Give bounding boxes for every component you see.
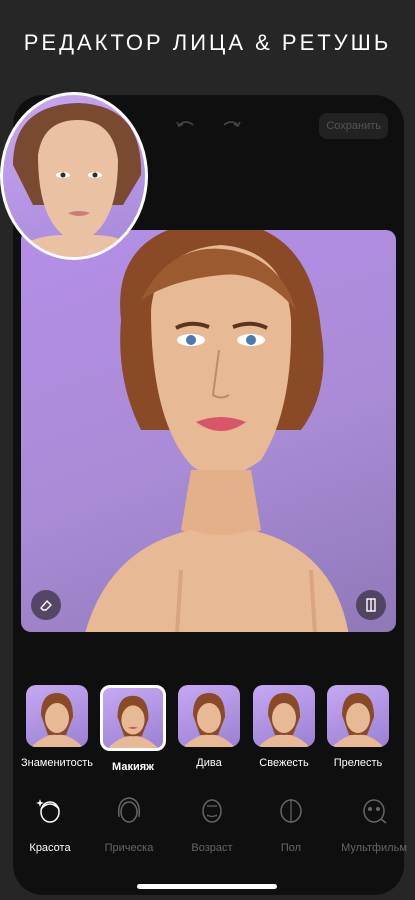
photo-canvas[interactable] bbox=[21, 230, 396, 632]
compare-icon bbox=[366, 598, 376, 612]
home-indicator bbox=[137, 884, 277, 889]
filter-makeup[interactable]: Макияж bbox=[93, 685, 173, 773]
filter-thumbnail bbox=[253, 685, 315, 747]
filter-label: Свежесть bbox=[259, 757, 309, 769]
eraser-button[interactable] bbox=[31, 590, 61, 620]
before-photo-circle bbox=[0, 92, 148, 260]
tab-label: Красота bbox=[29, 842, 71, 854]
tab-age[interactable]: Возраст bbox=[172, 795, 252, 854]
filter-celebrity[interactable]: Знаменитость bbox=[17, 685, 97, 769]
gender-face-icon bbox=[280, 799, 302, 823]
filter-label: Прелесть bbox=[333, 757, 383, 769]
tab-label: Прическа bbox=[104, 842, 154, 854]
tab-beauty[interactable]: Красота bbox=[10, 795, 90, 854]
cartoon-face-icon bbox=[363, 799, 387, 824]
age-face-icon bbox=[202, 799, 222, 823]
original-portrait-image bbox=[7, 103, 145, 257]
tab-cartoon[interactable]: Мультфильм bbox=[334, 795, 414, 854]
hairstyle-icon bbox=[117, 797, 141, 823]
redo-icon[interactable] bbox=[218, 117, 244, 137]
filter-thumbnail bbox=[178, 685, 240, 747]
save-button[interactable]: Сохранить bbox=[319, 113, 388, 139]
compare-button[interactable] bbox=[356, 590, 386, 620]
edited-portrait-image bbox=[85, 230, 349, 632]
filter-thumbnail bbox=[100, 685, 166, 751]
filter-label: Макияж bbox=[112, 761, 154, 773]
filter-label: Дива bbox=[196, 757, 222, 769]
tab-hairstyle[interactable]: Прическа bbox=[89, 795, 169, 854]
tab-label: Мультфильм bbox=[341, 842, 407, 854]
filter-label: Знаменитость bbox=[20, 757, 94, 769]
eraser-icon bbox=[40, 599, 52, 611]
filter-freshness[interactable]: Свежесть bbox=[244, 685, 324, 769]
page-title: РЕДАКТОР ЛИЦА & РЕТУШЬ bbox=[23, 30, 392, 55]
bottom-tab-bar: Красота Прическа Возраст Пол Мультфильм bbox=[0, 795, 415, 855]
filter-diva[interactable]: Дива bbox=[169, 685, 249, 769]
tab-gender[interactable]: Пол bbox=[251, 795, 331, 854]
filter-thumbnail bbox=[327, 685, 389, 747]
filter-strip: Знаменитость Макияж Дива Свежесть Прелес… bbox=[0, 685, 415, 775]
filter-charm[interactable]: Прелесть bbox=[318, 685, 398, 769]
undo-icon[interactable] bbox=[173, 117, 199, 137]
tab-label: Возраст bbox=[191, 842, 233, 854]
filter-thumbnail bbox=[26, 685, 88, 747]
beauty-face-icon bbox=[36, 799, 60, 823]
tab-label: Пол bbox=[280, 842, 302, 854]
